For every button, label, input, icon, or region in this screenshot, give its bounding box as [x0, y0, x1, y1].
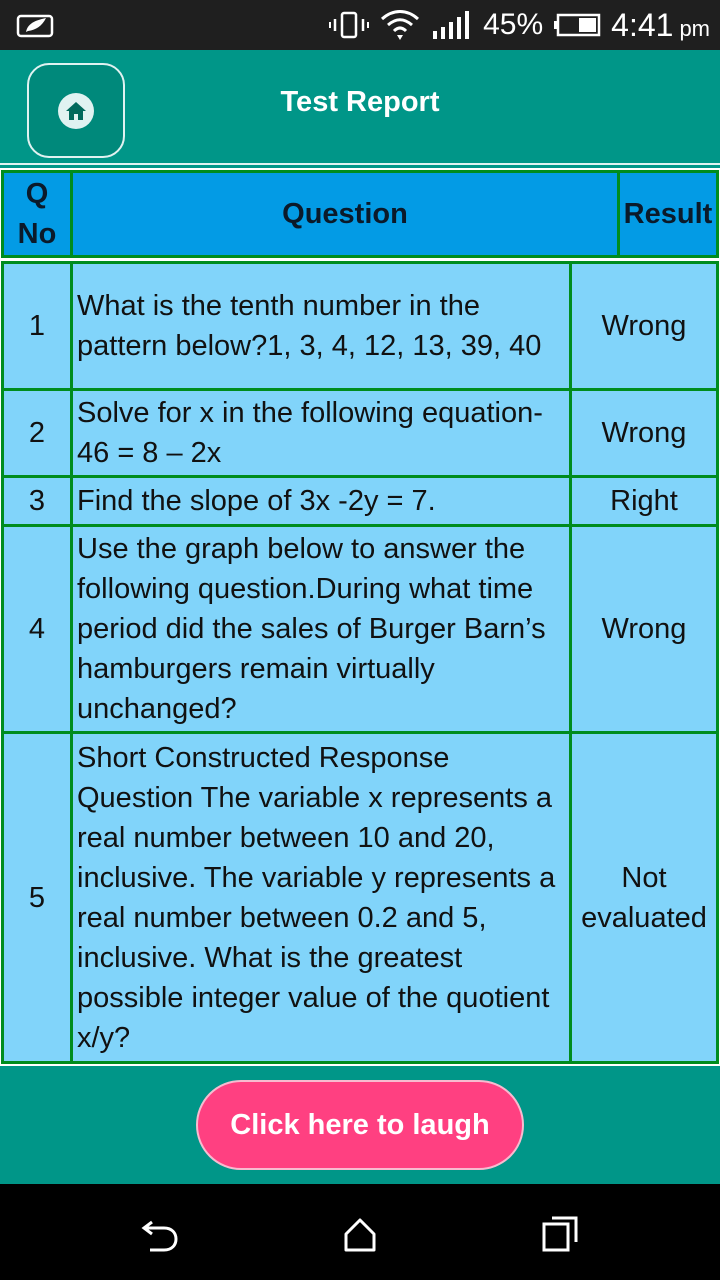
row-1-question: What is the tenth number in the pattern … [70, 261, 572, 391]
table-cell: Find the slope of 3x -2y = 7. [77, 485, 436, 517]
row-2-qno: 2 [1, 388, 73, 478]
system-nav-bar [0, 1184, 720, 1280]
row-3-qno: 3 [1, 475, 73, 527]
row-5-result: Not evaluated [569, 731, 719, 1064]
app-bar: Test Report [0, 50, 720, 165]
header-result-label: Result [623, 198, 713, 230]
table-cell: Use the graph below to answer the follow… [77, 533, 546, 725]
row-2-result: Wrong [569, 388, 719, 478]
wifi-icon [381, 10, 420, 40]
page-title: Test Report [280, 86, 440, 118]
row-1-result: Wrong [569, 261, 719, 391]
table-cell: Wrong [601, 310, 687, 342]
table-cell: Solve for x in the following equation- 4… [77, 397, 543, 469]
table-cell: Not evaluated [581, 861, 707, 934]
row-2-question: Solve for x in the following equation- 4… [70, 388, 572, 478]
recents-icon[interactable] [540, 1214, 580, 1254]
vibrate-icon [329, 11, 370, 39]
clock-time: 4:41 [611, 6, 674, 43]
header-result: Result [617, 170, 719, 258]
table-cell: Wrong [601, 417, 687, 449]
notification-leaf-icon [16, 14, 54, 38]
signal-icon [433, 11, 470, 39]
row-5-question: Short Constructed Response Question The … [70, 731, 572, 1064]
row-5-qno: 5 [1, 731, 73, 1064]
header-qno-label: Q No [17, 178, 57, 250]
battery-percent: 45% [483, 8, 544, 41]
row-1-qno: 1 [1, 261, 73, 391]
header-question: Question [70, 170, 620, 258]
table-cell: 4 [28, 613, 46, 645]
nav-home-icon[interactable] [340, 1214, 380, 1254]
row-3-result: Right [569, 475, 719, 527]
table-cell: 3 [28, 485, 46, 517]
status-bar: 45% 4:41 pm [0, 0, 720, 50]
row-4-result: Wrong [569, 524, 719, 734]
back-icon[interactable] [140, 1214, 180, 1254]
status-icons: 45% 4:41 pm [329, 0, 710, 50]
header-question-label: Question [282, 198, 408, 230]
table-cell: What is the tenth number in the pattern … [77, 290, 542, 362]
click-here-to-laugh-button[interactable]: Click here to laugh [196, 1080, 524, 1170]
row-4-qno: 4 [1, 524, 73, 734]
table-cell: 2 [28, 417, 46, 449]
table-cell: 1 [28, 310, 46, 342]
test-report-table: Q No Question Result 1 What is the tenth… [0, 168, 720, 1066]
table-cell: Wrong [601, 613, 687, 645]
row-4-question: Use the graph below to answer the follow… [70, 524, 572, 734]
table-cell: Right [610, 485, 678, 517]
row-3-question: Find the slope of 3x -2y = 7. [70, 475, 572, 527]
header-qno: Q No [1, 170, 73, 258]
table-cell: Short Constructed Response Question The … [77, 741, 556, 1054]
clock-ampm: pm [679, 16, 710, 41]
battery-icon [554, 13, 601, 37]
table-cell: 5 [28, 881, 46, 914]
